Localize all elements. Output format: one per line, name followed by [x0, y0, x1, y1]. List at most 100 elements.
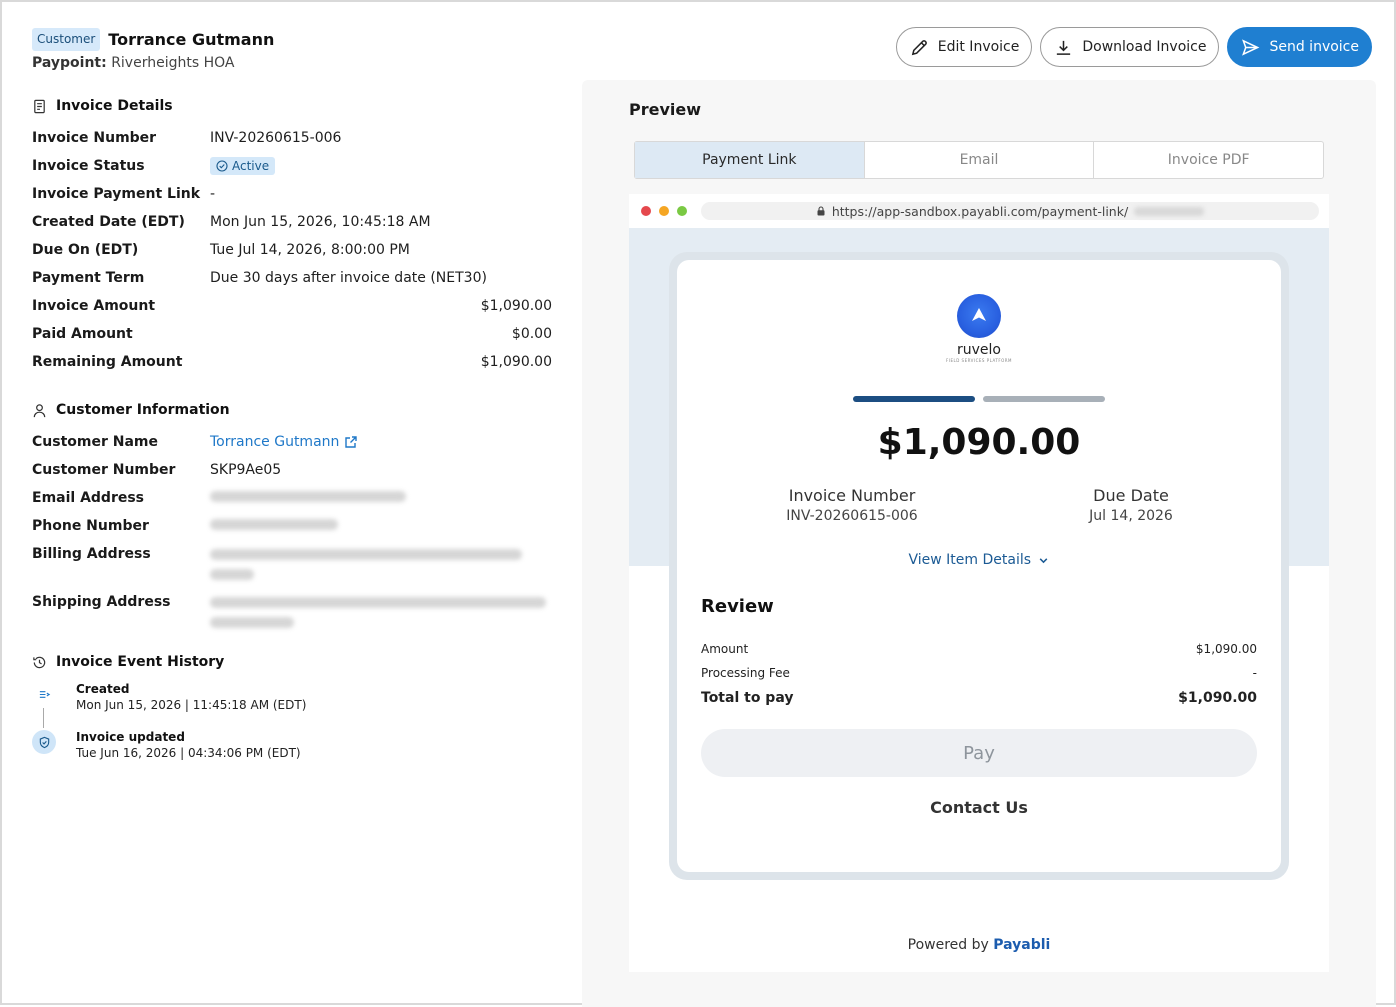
event-history-heading: Invoice Event History: [32, 652, 552, 672]
edit-invoice-button[interactable]: Edit Invoice: [895, 27, 1033, 67]
payment-term-value: Due 30 days after invoice date (NET30): [210, 270, 487, 286]
customer-badge: Customer: [32, 28, 101, 51]
invoice-number-row: Invoice Number INV-20260615-006: [32, 124, 552, 152]
due-date-block: Due Date Jul 14, 2026: [1061, 486, 1201, 524]
browser-mockup: https://app-sandbox.payabli.com/payment-…: [629, 194, 1329, 972]
created-date-row: Created Date (EDT) Mon Jun 15, 2026, 10:…: [32, 208, 552, 236]
download-icon: [1057, 40, 1071, 55]
status-text: Active: [232, 158, 270, 173]
total-value: $1,090.00: [1178, 690, 1257, 706]
invoice-details-title: Invoice Details: [56, 98, 173, 114]
invoice-number-block: Invoice Number INV-20260615-006: [767, 486, 937, 524]
tab-email[interactable]: Email: [863, 142, 1094, 178]
redacted-billing-address: [210, 546, 552, 580]
remaining-amount-row: Remaining Amount $1,090.00: [32, 348, 552, 376]
field-label: Invoice Status: [32, 158, 145, 174]
maximize-dot: [677, 206, 687, 216]
review-amount-label: Amount: [701, 642, 749, 656]
field-label: Due On (EDT): [32, 242, 139, 258]
logo-name: ruvelo: [957, 342, 1001, 358]
customer-name-value: Torrance Gutmann: [210, 434, 340, 450]
shipping-address-row: Shipping Address: [32, 588, 552, 636]
view-item-details-link[interactable]: View Item Details: [677, 552, 1281, 568]
history-event-date: Tue Jun 16, 2026 | 04:34:06 PM (EDT): [76, 746, 301, 760]
customer-title: Torrance Gutmann: [108, 30, 275, 49]
url-bar: https://app-sandbox.payabli.com/payment-…: [701, 202, 1319, 220]
status-badge: Active: [210, 156, 276, 175]
total-label: Total to pay: [701, 690, 794, 706]
customer-number-row: Customer Number SKP9Ae05: [32, 456, 552, 484]
history-icon: [33, 656, 46, 668]
redacted-url-token: [1134, 206, 1205, 216]
review-title: Review: [701, 596, 774, 617]
review-amount-value: $1,090.00: [1195, 642, 1257, 656]
invoice-number-label: Invoice Number: [788, 486, 916, 505]
history-event-date: Mon Jun 15, 2026 | 11:45:18 AM (EDT): [76, 698, 307, 712]
payment-amount: $1,090.00: [877, 422, 1081, 463]
customer-number-value: SKP9Ae05: [210, 462, 282, 478]
total-row: Total to pay $1,090.00: [701, 690, 1257, 706]
field-label: Invoice Payment Link: [32, 186, 201, 202]
field-label: Invoice Number: [32, 130, 157, 146]
send-icon: [1242, 38, 1260, 56]
contact-us-link[interactable]: Contact Us: [677, 798, 1281, 817]
timeline-connector: [43, 708, 44, 728]
preview-panel: Preview Payment Link Email Invoice PDF h…: [582, 80, 1376, 1007]
review-amount-row: Amount $1,090.00: [701, 642, 1257, 656]
processing-fee-label: Processing Fee: [701, 666, 790, 680]
processing-fee-value: -: [1252, 666, 1257, 680]
tab-payment-link[interactable]: Payment Link: [635, 142, 864, 178]
customer-name-link[interactable]: Torrance Gutmann: [210, 434, 358, 450]
due-date-row: Due On (EDT) Tue Jul 14, 2026, 8:00:00 P…: [32, 236, 552, 264]
remaining-amount-value: $1,090.00: [480, 354, 552, 370]
field-label: Invoice Amount: [32, 298, 156, 314]
powered-by: Powered by Payabli: [629, 937, 1329, 953]
phone-row: Phone Number: [32, 512, 552, 540]
redacted-shipping-address: [210, 594, 552, 628]
due-date-label: Due Date: [1093, 486, 1169, 505]
pay-button[interactable]: Pay: [701, 729, 1257, 777]
download-invoice-label: Download Invoice: [1082, 39, 1207, 55]
invoice-detail-page: Customer Torrance Gutmann Paypoint: Rive…: [0, 0, 1396, 1007]
invoice-details-heading: Invoice Details: [32, 96, 552, 116]
check-circle-icon: [216, 159, 228, 172]
history-event-title: Created: [76, 682, 130, 696]
redacted-email: [210, 491, 406, 502]
field-label: Created Date (EDT): [32, 214, 185, 230]
customer-info-title: Customer Information: [56, 402, 230, 418]
powered-by-text: Powered by: [907, 937, 989, 953]
progress-step-2: [983, 396, 1105, 402]
tab-invoice-pdf[interactable]: Invoice PDF: [1093, 142, 1323, 178]
edit-invoice-label: Edit Invoice: [937, 39, 1020, 55]
send-invoice-label: Send invoice: [1269, 39, 1359, 55]
header-actions: Edit Invoice Download Invoice Send invoi…: [895, 27, 1372, 67]
payment-card: ruvelo FIELD SERVICES PLATFORM $1,090.00…: [677, 260, 1281, 872]
paid-amount-row: Paid Amount $0.00: [32, 320, 552, 348]
logo-mark: [957, 294, 1001, 338]
field-label: Phone Number: [32, 518, 149, 534]
email-row: Email Address: [32, 484, 552, 512]
paypoint-label: Paypoint:: [32, 55, 107, 71]
logo-tagline: FIELD SERVICES PLATFORM: [945, 358, 1013, 363]
invoice-number-text: INV-20260615-006: [786, 508, 918, 524]
invoice-number-value: INV-20260615-006: [210, 130, 342, 146]
send-invoice-button[interactable]: Send invoice: [1227, 27, 1372, 67]
field-label: Customer Name: [32, 434, 158, 450]
minimize-dot: [659, 206, 669, 216]
shield-check-icon: [39, 736, 49, 748]
chevron-down-icon: [1040, 557, 1048, 563]
payment-link-value: -: [210, 186, 216, 202]
field-label: Customer Number: [32, 462, 176, 478]
invoice-amount-row: Invoice Amount $1,090.00: [32, 292, 552, 320]
paypoint: Paypoint: Riverheights HOA: [32, 55, 274, 71]
processing-fee-row: Processing Fee -: [701, 666, 1257, 680]
field-label: Remaining Amount: [32, 354, 183, 370]
customer-name-row: Customer Name Torrance Gutmann: [32, 428, 552, 456]
payment-link-row: Invoice Payment Link -: [32, 180, 552, 208]
due-date-text: Jul 14, 2026: [1089, 508, 1173, 524]
download-invoice-button[interactable]: Download Invoice: [1040, 27, 1220, 67]
invoice-info-column: Invoice Details Invoice Number INV-20260…: [32, 96, 552, 760]
powered-by-brand: Payabli: [993, 937, 1051, 953]
progress-step-1: [853, 396, 975, 402]
external-link-icon: [345, 436, 358, 448]
